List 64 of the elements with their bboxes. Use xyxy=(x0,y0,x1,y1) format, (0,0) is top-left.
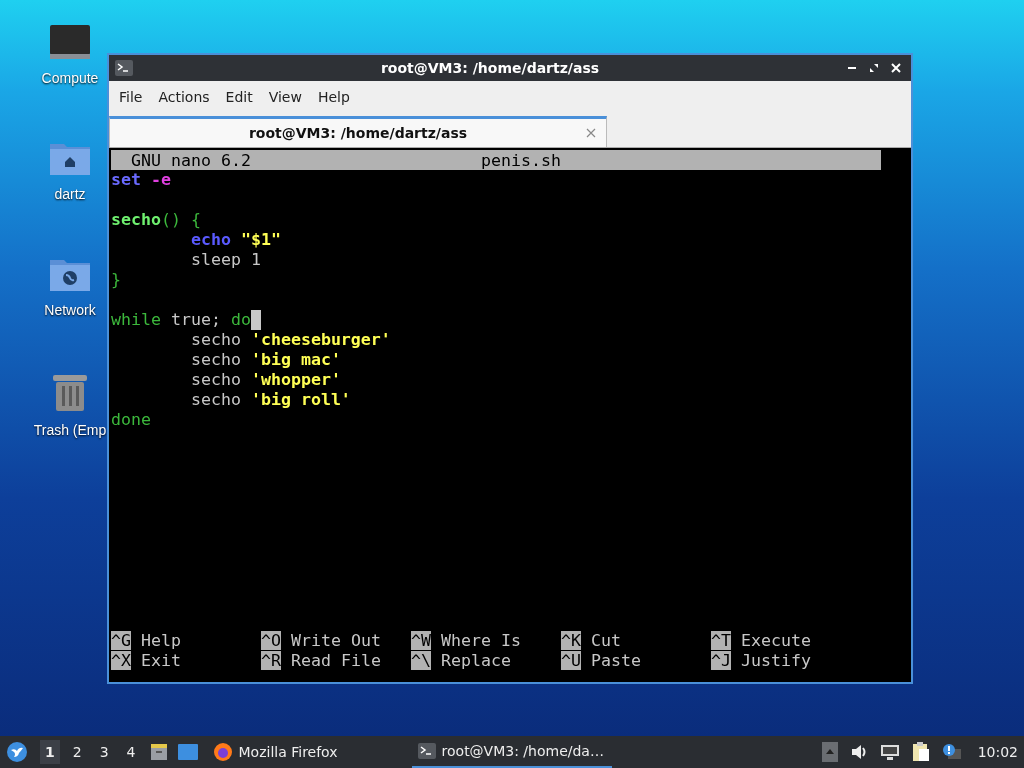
clipboard-icon[interactable] xyxy=(911,742,930,762)
code-line: secho() { xyxy=(111,210,201,230)
shortcut-label: Write Out xyxy=(291,630,381,650)
shortcut-label: Where Is xyxy=(441,630,521,650)
shortcut-key: ^R xyxy=(261,650,281,670)
restore-icon[interactable] xyxy=(869,63,879,73)
speaker-icon[interactable] xyxy=(849,743,868,761)
code-line: secho 'big roll' xyxy=(191,390,351,410)
code-line: sleep 1 xyxy=(191,250,261,270)
clock[interactable]: 10:02 xyxy=(977,744,1018,760)
shortcut-key: ^O xyxy=(261,630,281,650)
terminal-icon xyxy=(115,60,133,76)
workspace-button[interactable]: 3 xyxy=(94,740,114,764)
desktop-icon[interactable] xyxy=(176,743,199,761)
desktop-icon-label: Network xyxy=(44,302,96,318)
code-line: done xyxy=(111,410,151,430)
trash-icon[interactable] xyxy=(51,372,89,412)
menu-item[interactable]: Actions xyxy=(150,89,218,105)
shortcut-key: ^K xyxy=(561,630,581,650)
code-line: secho 'cheeseburger' xyxy=(191,330,391,350)
shortcut-label: Help xyxy=(141,630,181,650)
menu-item[interactable]: File xyxy=(111,89,151,105)
code-line: echo "$1" xyxy=(191,230,281,250)
taskbar-task[interactable]: root@VM3: /home/da… xyxy=(411,736,612,768)
shortcut-key: ^J xyxy=(711,650,731,670)
shortcut-key: ^W xyxy=(411,630,431,650)
menu-item[interactable]: Help xyxy=(309,89,358,105)
desktop-icon-label: Trash (Emp xyxy=(33,422,107,438)
shortcut-label: Justify xyxy=(741,650,811,670)
code-line: while true; do xyxy=(111,310,251,330)
terminal-tab[interactable]: root@VM3: /home/dartz/ass xyxy=(109,116,607,147)
file-cabinet-icon[interactable] xyxy=(148,742,169,762)
menu-item[interactable]: Edit xyxy=(217,89,261,105)
window-title: root@VM3: /home/dartz/ass xyxy=(379,60,601,76)
shortcut-key: ^T xyxy=(711,630,731,650)
shortcut-label: Replace xyxy=(441,650,511,670)
network-icon[interactable] xyxy=(879,743,900,761)
shortcut-label: Cut xyxy=(591,630,621,650)
shortcut-label: Execute xyxy=(741,630,811,650)
menu-item[interactable]: View xyxy=(260,89,310,105)
monitor-icon[interactable] xyxy=(49,24,91,60)
shortcut-label: Exit xyxy=(141,650,181,670)
desktop-icon-label: Compute xyxy=(41,70,99,86)
notification-icon[interactable] xyxy=(941,743,962,761)
terminal-icon xyxy=(417,743,436,759)
taskbar-task[interactable]: Mozilla Firefox xyxy=(206,736,344,768)
shortcut-key: ^X xyxy=(111,650,131,670)
shortcut-key: ^G xyxy=(111,630,131,650)
workspace-button[interactable]: 1 xyxy=(40,740,60,764)
workspace-button[interactable]: 2 xyxy=(67,740,87,764)
nano-version: GNU nano 6.2 xyxy=(130,150,252,170)
shortcut-label: Read File xyxy=(291,650,381,670)
desktop-icon-label: dartz xyxy=(54,186,86,202)
shortcut-key: ^U xyxy=(561,650,581,670)
file-name: penis.sh xyxy=(481,150,561,170)
workspace-button[interactable]: 4 xyxy=(121,740,141,764)
shortcut-label: Paste xyxy=(591,650,641,670)
code-line: } xyxy=(111,270,121,290)
code-line: secho 'big mac' xyxy=(191,350,341,370)
shortcut-key: ^\ xyxy=(411,650,431,670)
code-line: secho 'whopper' xyxy=(191,370,341,390)
browser-icon xyxy=(212,742,233,762)
start-menu-icon[interactable] xyxy=(6,741,28,763)
code-line: set -e xyxy=(111,170,171,190)
